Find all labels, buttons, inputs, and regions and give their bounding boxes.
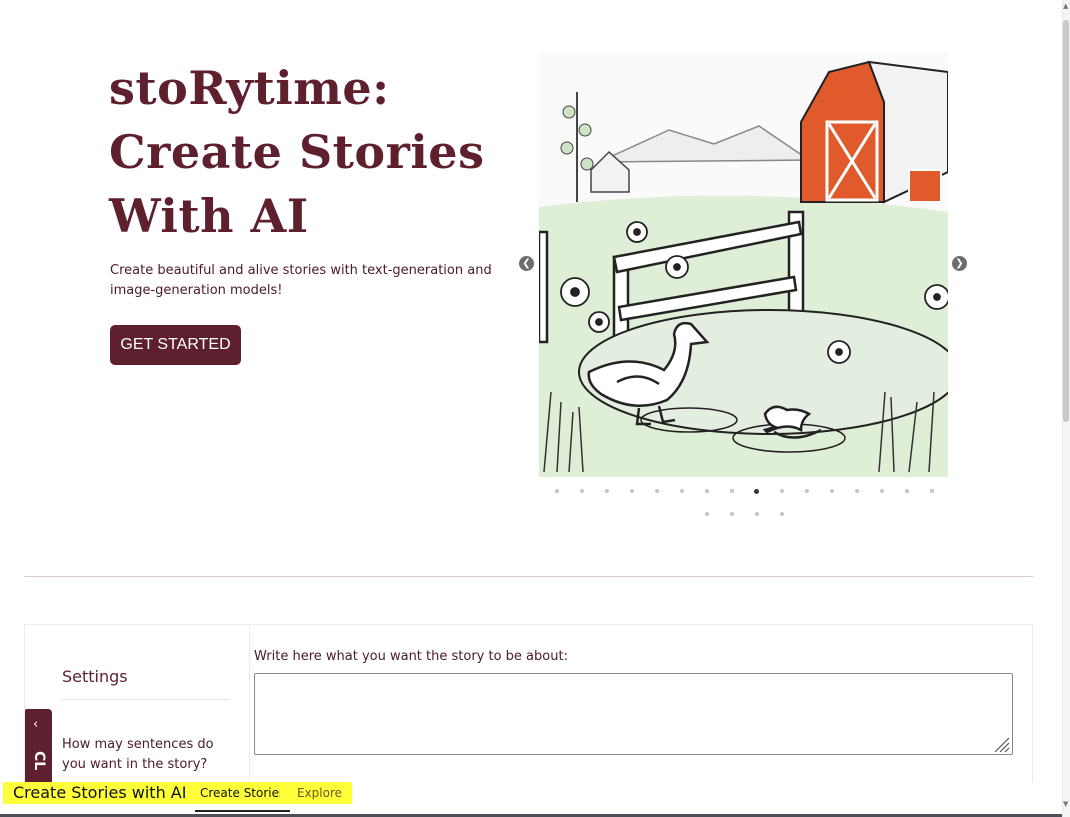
collapse-label: CL <box>31 751 47 771</box>
resize-grip-icon[interactable] <box>992 735 1010 753</box>
story-prompt-label: Write here what you want the story to be… <box>254 649 568 664</box>
carousel-indicator-mark <box>554 489 559 493</box>
brand-tab[interactable]: Create Stories with AI <box>3 782 197 804</box>
carousel-indicator-dot[interactable] <box>569 486 594 496</box>
hero-description: Create beautiful and alive stories with … <box>110 263 492 298</box>
carousel-indicator-mark <box>754 512 759 516</box>
tab-create-stories[interactable]: Create Stories <box>195 782 291 812</box>
carousel-indicator-mark <box>704 512 709 516</box>
chevron-right-icon: ❯ <box>955 258 964 269</box>
carousel-indicator-dot[interactable] <box>694 486 719 496</box>
carousel-indicator-dot[interactable] <box>694 509 719 519</box>
carousel-indicator-dot[interactable] <box>744 486 769 496</box>
carousel-indicator-mark <box>729 489 734 493</box>
scroll-down-icon[interactable]: ▼ <box>1063 800 1068 808</box>
settings-sidebar: Settings How may sentences do you want i… <box>25 625 250 785</box>
story-prompt-input[interactable] <box>254 673 1013 755</box>
carousel-indicator-dot[interactable] <box>844 486 869 496</box>
carousel-indicator-dot[interactable] <box>869 486 894 496</box>
carousel-indicator-mark <box>879 489 884 493</box>
farm-pond-illustration <box>539 52 948 477</box>
carousel-indicator-mark <box>579 489 584 493</box>
carousel-indicators <box>540 486 948 519</box>
hero-title: stoRytime: Create Stories With AI <box>109 56 529 248</box>
chevron-left-icon: ‹ <box>33 717 39 732</box>
carousel-next-button[interactable]: ❯ <box>952 256 967 271</box>
carousel-indicator-dot[interactable] <box>644 486 669 496</box>
carousel-indicator-dot[interactable] <box>769 486 794 496</box>
carousel-indicator-dot[interactable] <box>719 486 744 496</box>
tab-explore[interactable]: Explore <box>280 782 353 804</box>
carousel-indicator-dot[interactable] <box>794 486 819 496</box>
carousel-indicator-dot[interactable] <box>594 486 619 496</box>
carousel-indicator-dot[interactable] <box>894 486 919 496</box>
carousel-indicator-mark <box>929 489 934 493</box>
scrollbar-thumb[interactable] <box>1063 20 1069 422</box>
carousel-indicator-mark <box>779 512 784 516</box>
hero-title-line2: Create Stories <box>109 125 485 179</box>
carousel-prev-button[interactable]: ❮ <box>519 256 534 271</box>
carousel-indicator-mark <box>604 489 609 493</box>
scroll-up-icon[interactable]: ▲ <box>1063 2 1068 10</box>
get-started-button[interactable]: GET STARTED <box>110 325 241 365</box>
chevron-left-icon: ❮ <box>522 258 531 269</box>
story-panel: Settings How may sentences do you want i… <box>24 624 1033 785</box>
carousel-indicator-mark <box>904 489 909 493</box>
sentence-count-label: How may sentences do you want in the sto… <box>62 737 214 772</box>
hero-title-line1: stoRytime: <box>109 61 390 115</box>
carousel-indicator-dot[interactable] <box>819 486 844 496</box>
carousel-indicator-dot[interactable] <box>544 486 569 496</box>
settings-divider <box>62 699 229 700</box>
collapse-sidebar-button[interactable]: ‹ CL <box>25 709 52 785</box>
carousel-indicator-dot[interactable] <box>919 486 944 496</box>
carousel-indicators-row1 <box>540 486 948 496</box>
carousel-indicator-mark <box>654 489 659 493</box>
carousel-indicator-dot[interactable] <box>719 509 744 519</box>
carousel-indicator-mark <box>779 489 784 493</box>
settings-title: Settings <box>62 667 128 686</box>
carousel-indicators-row2 <box>540 509 948 519</box>
carousel-indicator-mark <box>704 489 709 493</box>
carousel-indicator-mark <box>754 488 759 494</box>
carousel-indicator-mark <box>829 489 834 493</box>
carousel-indicator-dot[interactable] <box>744 509 769 519</box>
carousel-indicator-mark <box>804 489 809 493</box>
carousel-indicator-dot[interactable] <box>769 509 794 519</box>
carousel-indicator-dot[interactable] <box>669 486 694 496</box>
carousel-indicator-mark <box>679 489 684 493</box>
bottom-tab-bar: Create Stories with AI Create Stories Ex… <box>0 782 1070 817</box>
carousel-indicator-mark <box>729 512 734 516</box>
carousel-image <box>539 52 948 477</box>
section-divider <box>24 576 1033 577</box>
carousel-indicator-dot[interactable] <box>619 486 644 496</box>
carousel-indicator-mark <box>854 489 859 493</box>
carousel-indicator-mark <box>629 489 634 493</box>
hero-title-line3: With AI <box>109 189 309 243</box>
